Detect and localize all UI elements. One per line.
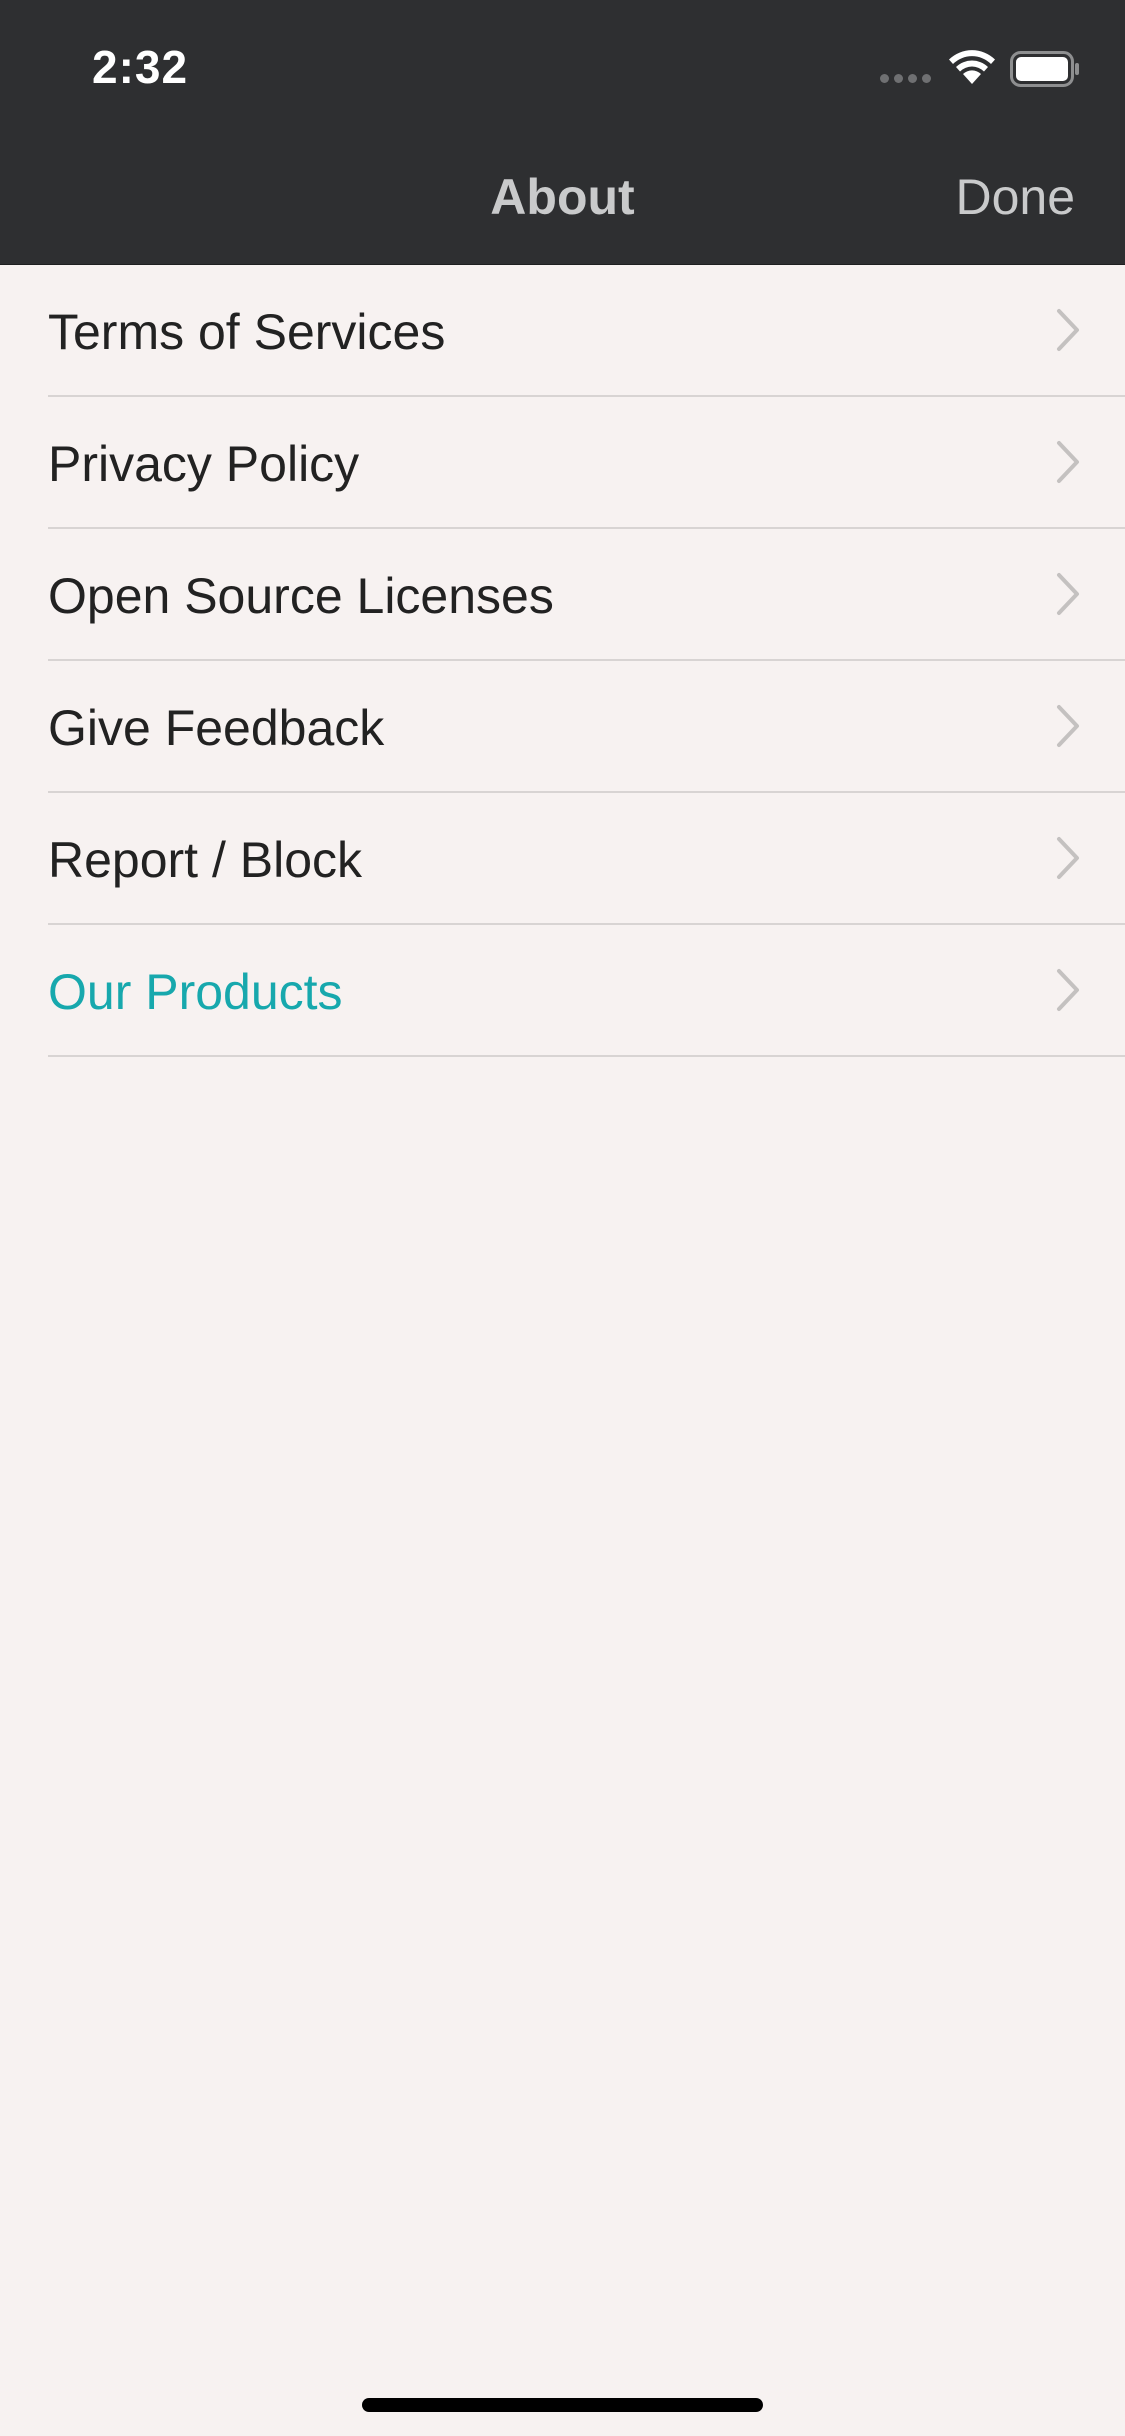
- wifi-icon: [949, 50, 995, 84]
- about-menu-list: Terms of Services Privacy Policy Open So…: [0, 265, 1125, 1057]
- menu-item-open-source-licenses[interactable]: Open Source Licenses: [0, 529, 1125, 661]
- navigation-header: 2:32 About Done: [0, 0, 1125, 265]
- battery-icon: [1010, 51, 1079, 87]
- status-time: 2:32: [92, 41, 189, 93]
- menu-item-privacy-policy[interactable]: Privacy Policy: [0, 397, 1125, 529]
- menu-item-label: Open Source Licenses: [48, 568, 554, 624]
- menu-item-label: Privacy Policy: [48, 436, 360, 492]
- chevron-right-icon: [1057, 969, 1079, 1011]
- menu-item-our-products[interactable]: Our Products: [0, 925, 1125, 1057]
- chevron-right-icon: [1057, 705, 1079, 747]
- menu-item-label: Give Feedback: [48, 700, 385, 756]
- menu-item-terms-of-services[interactable]: Terms of Services: [0, 265, 1125, 397]
- home-indicator[interactable]: [362, 2398, 763, 2412]
- menu-item-report-block[interactable]: Report / Block: [0, 793, 1125, 925]
- chevron-right-icon: [1057, 573, 1079, 615]
- menu-item-give-feedback[interactable]: Give Feedback: [0, 661, 1125, 793]
- chevron-right-icon: [1057, 309, 1079, 351]
- chevron-right-icon: [1057, 837, 1079, 879]
- cellular-signal-icon: [880, 74, 932, 84]
- menu-item-label: Terms of Services: [48, 304, 446, 360]
- menu-item-label: Our Products: [48, 964, 343, 1020]
- chevron-right-icon: [1057, 441, 1079, 483]
- menu-item-label: Report / Block: [48, 832, 363, 888]
- done-button[interactable]: Done: [955, 168, 1075, 226]
